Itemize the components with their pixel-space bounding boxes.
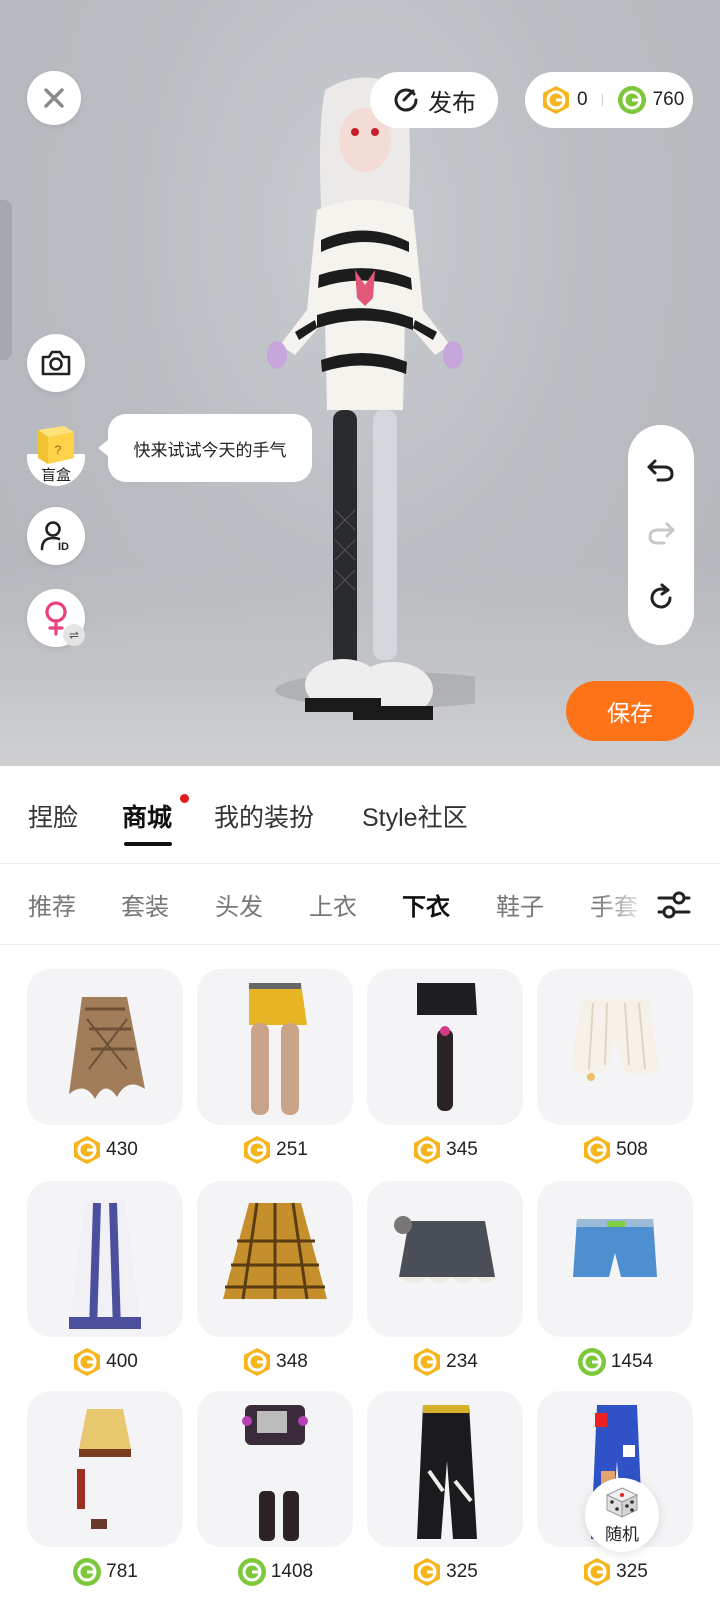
shop-item-card[interactable]: 1454: [537, 1156, 693, 1376]
close-icon: [44, 88, 64, 108]
item-price: 1408: [197, 1555, 353, 1589]
category-hair[interactable]: 头发: [215, 887, 263, 922]
notification-dot: [180, 794, 189, 803]
item-price: 781: [27, 1555, 183, 1589]
green-coin-icon: [617, 85, 647, 115]
user-id-icon: ID: [40, 521, 69, 553]
avatar-figure: [267, 77, 475, 720]
blind-box-label: 盲盒: [40, 467, 71, 484]
clothing-icon: [417, 983, 477, 1111]
camera-button[interactable]: [27, 334, 85, 392]
tab-my-outfits[interactable]: 我的装扮: [214, 798, 314, 834]
item-price: 325: [367, 1555, 523, 1589]
shop-item-card[interactable]: 234: [367, 1156, 523, 1376]
item-thumbnail[interactable]: [27, 969, 183, 1125]
publish-button[interactable]: 发布: [370, 72, 498, 128]
dice-icon: [605, 1486, 639, 1518]
active-tab-indicator: [124, 842, 172, 846]
category-sets[interactable]: 套装: [121, 887, 169, 922]
clothing-icon: [573, 1219, 657, 1277]
item-price: 325: [537, 1555, 693, 1589]
clothing-icon: [249, 983, 307, 1115]
save-button[interactable]: 保存: [566, 681, 694, 741]
camera-icon: [41, 350, 71, 376]
category-tabs: 推荐 套装 头发 上衣 下衣 鞋子 手套: [0, 865, 720, 945]
item-thumbnail[interactable]: [367, 969, 523, 1125]
shop-item-card[interactable]: 400: [27, 1156, 183, 1376]
clothing-icon: [242, 1405, 308, 1541]
history-panel: [628, 425, 694, 645]
item-thumbnail[interactable]: [27, 1181, 183, 1337]
undo-icon[interactable]: [646, 457, 676, 483]
random-button[interactable]: 随机: [585, 1478, 659, 1552]
shop-item-card[interactable]: 348: [197, 1156, 353, 1376]
clothing-icon: [394, 1216, 495, 1283]
clothing-icon: [69, 997, 145, 1099]
avatar-id-button[interactable]: ID: [27, 507, 85, 565]
item-thumbnail[interactable]: [537, 969, 693, 1125]
shop-item-card[interactable]: 345: [367, 944, 523, 1164]
clothing-icon: [571, 999, 659, 1081]
shop-item-card[interactable]: 781: [27, 1366, 183, 1586]
publish-icon: [394, 88, 418, 112]
tab-shop[interactable]: 商城: [122, 798, 172, 834]
clothing-icon: [417, 1405, 477, 1539]
category-recommended[interactable]: 推荐: [28, 887, 76, 922]
green-coin-icon: [237, 1557, 267, 1587]
main-tabs: 捏脸 商城 我的装扮 Style社区: [0, 766, 720, 864]
avatar-stage[interactable]: 发布 0 760 ? 盲盒 快来试试今天的手气 ID ⇌ 保存: [0, 0, 720, 766]
green-coin-balance: 760: [652, 89, 685, 110]
shop-item-card[interactable]: 251: [197, 944, 353, 1164]
shop-item-card[interactable]: 325: [367, 1366, 523, 1586]
item-thumbnail[interactable]: [197, 969, 353, 1125]
item-thumbnail[interactable]: [367, 1181, 523, 1337]
svg-text:?: ?: [55, 443, 62, 457]
balance-separator: [601, 94, 603, 106]
gold-coin-balance: 0: [577, 89, 588, 110]
blind-box-tooltip: 快来试试今天的手气: [98, 414, 312, 482]
filter-button[interactable]: [654, 885, 694, 925]
swap-icon: ⇌: [63, 624, 85, 646]
shop-item-card[interactable]: 430: [27, 944, 183, 1164]
tab-style-community[interactable]: Style社区: [362, 798, 468, 834]
gold-coin-icon: [582, 1557, 612, 1587]
clothing-icon: [69, 1199, 141, 1330]
filter-icon: [657, 891, 691, 919]
currency-balance[interactable]: 0 760: [525, 72, 693, 128]
tab-face[interactable]: 捏脸: [28, 798, 78, 834]
publish-label: 发布: [428, 89, 476, 117]
category-shoes[interactable]: 鞋子: [496, 887, 544, 922]
item-thumbnail[interactable]: [197, 1181, 353, 1337]
side-drawer-handle[interactable]: [0, 200, 12, 360]
close-button[interactable]: [27, 71, 81, 125]
shop-item-card[interactable]: 1408: [197, 1366, 353, 1586]
item-price-value: 325: [446, 1561, 478, 1582]
shop-item-card[interactable]: 508: [537, 944, 693, 1164]
redo-icon[interactable]: [646, 520, 676, 546]
category-bottoms[interactable]: 下衣: [402, 887, 450, 922]
item-thumbnail[interactable]: [197, 1391, 353, 1547]
random-label: 随机: [605, 1524, 639, 1544]
clothing-icon: [223, 1202, 327, 1300]
item-price-value: 781: [106, 1561, 138, 1582]
reset-icon[interactable]: [646, 583, 676, 613]
gold-coin-icon: [412, 1557, 442, 1587]
green-coin-icon: [72, 1557, 102, 1587]
item-price-value: 325: [616, 1561, 648, 1582]
blind-box-button[interactable]: ? 盲盒: [27, 420, 85, 486]
svg-text:ID: ID: [58, 541, 69, 553]
clothing-icon: [77, 1409, 131, 1529]
category-tops[interactable]: 上衣: [309, 887, 357, 922]
item-thumbnail[interactable]: [367, 1391, 523, 1547]
blind-box-icon: ?: [38, 426, 74, 464]
item-thumbnail[interactable]: [537, 1181, 693, 1337]
item-thumbnail[interactable]: [27, 1391, 183, 1547]
gold-coin-icon: [541, 85, 571, 115]
item-price-value: 1408: [270, 1561, 314, 1582]
